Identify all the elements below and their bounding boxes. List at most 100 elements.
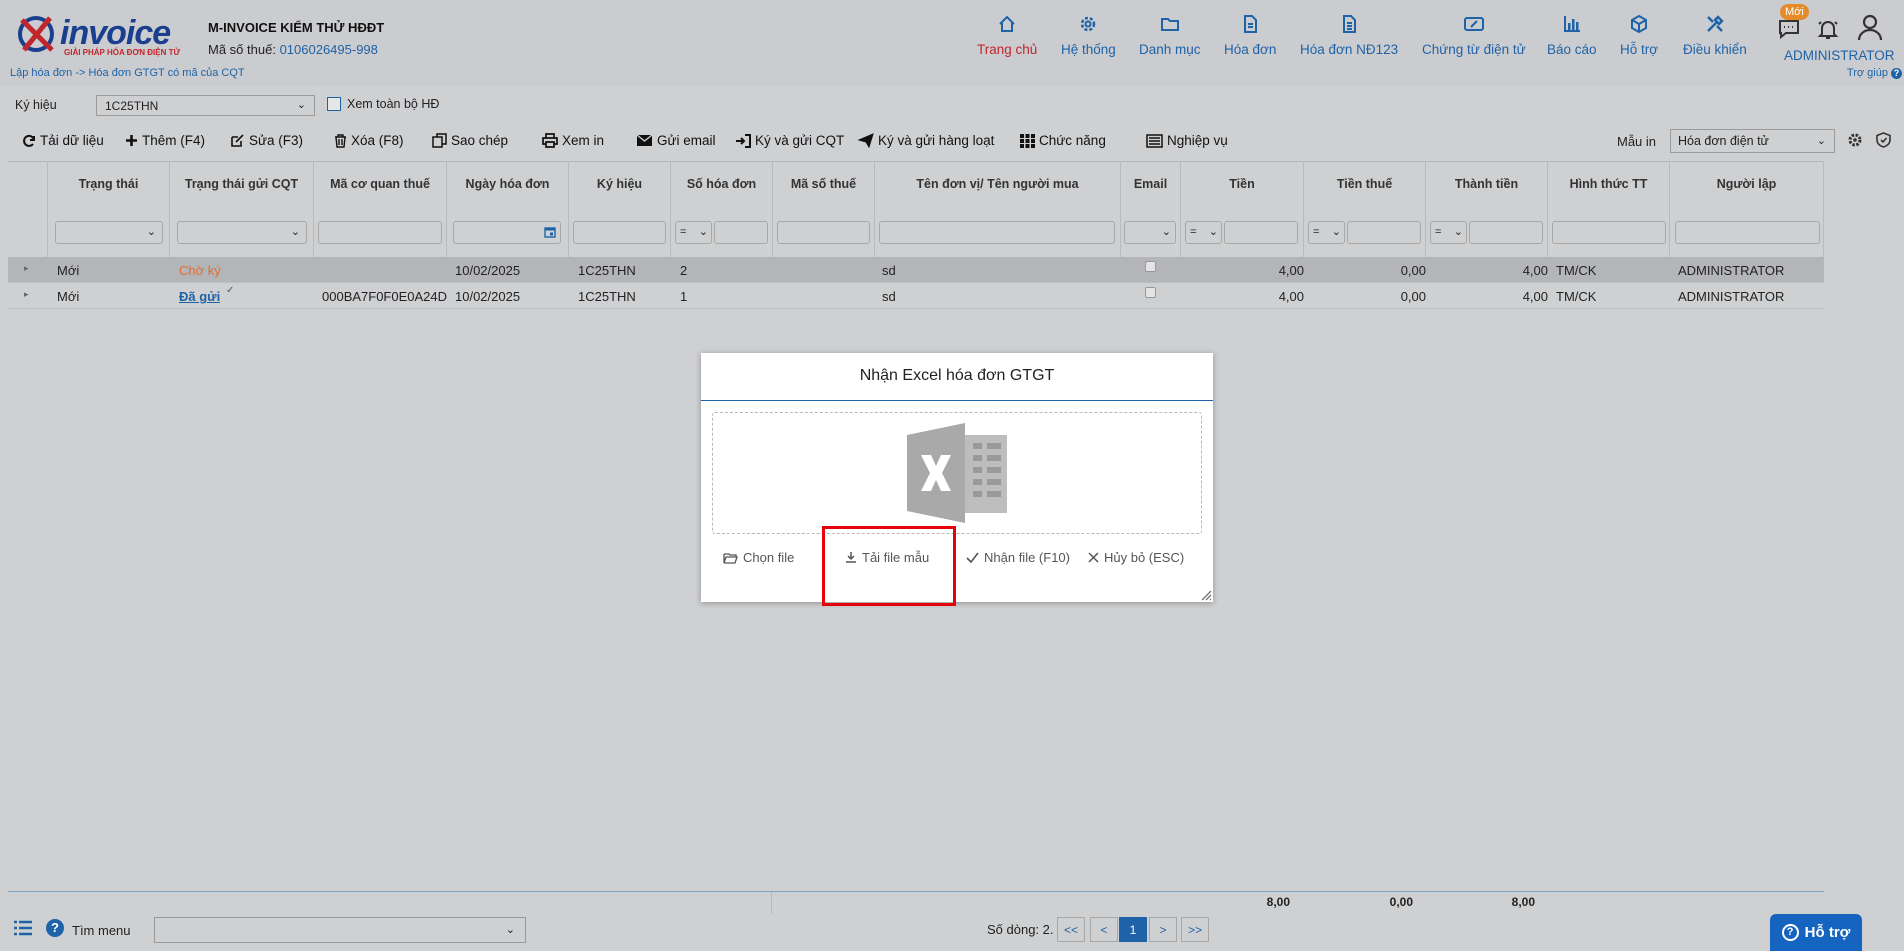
nav-ho-tro[interactable]: Hỗ trợ	[1620, 14, 1658, 57]
page-next-button[interactable]: >	[1149, 917, 1177, 942]
page-first-button[interactable]: <<	[1057, 917, 1085, 942]
send-email-button[interactable]: Gửi email	[636, 133, 716, 148]
nav-dieu-khien[interactable]: Điều khiển	[1683, 14, 1747, 57]
col-header-tien-thue[interactable]: Tiền thuế	[1304, 161, 1426, 211]
delete-button[interactable]: Xóa (F8)	[334, 133, 404, 148]
bar-chart-icon	[1563, 16, 1580, 32]
nav-chung-tu[interactable]: Chứng từ điện tử	[1422, 14, 1526, 57]
col-header-email[interactable]: Email	[1121, 161, 1181, 211]
expand-row-icon[interactable]: ▸	[24, 263, 29, 274]
nav-trang-chu[interactable]: Trang chủ	[977, 14, 1037, 57]
filter-ngay-hoa-don-input[interactable]	[453, 221, 561, 244]
cell-trang-thai-cqt[interactable]: Chờ ký	[179, 263, 221, 278]
cell-nguoi-lap: ADMINISTRATOR	[1678, 289, 1785, 304]
user-avatar[interactable]	[1856, 13, 1884, 44]
filter-nguoi-lap-input[interactable]	[1675, 221, 1820, 244]
col-header-ten-don-vi[interactable]: Tên đơn vị/ Tên người mua	[875, 161, 1121, 211]
menu-list-button[interactable]	[14, 920, 32, 939]
col-header-hinh-thuc-tt[interactable]: Hình thức TT	[1548, 161, 1670, 211]
add-button[interactable]: Thêm (F4)	[125, 133, 205, 148]
page-prev-button[interactable]: <	[1090, 917, 1118, 942]
user-name[interactable]: ADMINISTRATOR	[1784, 48, 1895, 63]
col-header-trang-thai[interactable]: Trạng thái	[48, 161, 170, 211]
nav-hoa-don[interactable]: Hóa đơn	[1224, 14, 1276, 57]
xem-toan-bo-checkbox[interactable]: Xem toàn bộ HĐ	[327, 97, 439, 111]
col-header-tien[interactable]: Tiền	[1181, 161, 1304, 211]
filter-ky-hieu-input[interactable]	[573, 221, 666, 244]
edit-button[interactable]: Sửa (F3)	[230, 133, 303, 148]
page-last-button[interactable]: >>	[1181, 917, 1209, 942]
col-header-ma-so-thue[interactable]: Mã số thuế	[773, 161, 875, 211]
cell-so-hd: 1	[680, 289, 688, 304]
col-header-ngay-hoa-don[interactable]: Ngày hóa đơn	[447, 161, 569, 211]
calendar-icon[interactable]	[544, 226, 556, 238]
filter-ten-don-vi-input[interactable]	[879, 221, 1115, 244]
reload-button[interactable]: Tải dữ liệu	[22, 133, 104, 148]
filter-thanh-tien-input[interactable]	[1469, 221, 1543, 244]
nav-hoa-don-nd123[interactable]: Hóa đơn NĐ123	[1300, 14, 1398, 57]
nav-label: Trang chủ	[977, 42, 1038, 57]
print-preview-button[interactable]: Xem in	[542, 133, 604, 148]
filter-email-select[interactable]: ⌄	[1124, 221, 1176, 244]
nav-label: Danh mục	[1139, 42, 1201, 57]
cell-ngay: 10/02/2025	[455, 263, 521, 278]
settings-button[interactable]	[1847, 132, 1863, 151]
ho-tro-button[interactable]: ? Hỗ trợ	[1770, 914, 1862, 951]
col-header-ky-hieu[interactable]: Ký hiệu	[569, 161, 671, 211]
cell-trang-thai-cqt[interactable]: Đã gửi	[179, 289, 220, 304]
messages-button[interactable]	[1777, 17, 1801, 44]
page-1-button[interactable]: 1	[1119, 917, 1147, 942]
app-logo[interactable]: invoice GIẢI PHÁP HÓA ĐƠN ĐIỆN TỬ	[16, 12, 186, 62]
cube-icon	[1631, 14, 1648, 34]
sign-send-cqt-button[interactable]: Ký và gửi CQT	[735, 133, 844, 148]
cancel-button[interactable]: Hủy bỏ (ESC)	[1088, 550, 1184, 565]
tim-menu-select[interactable]: ⌄	[154, 917, 526, 943]
col-header-nguoi-lap[interactable]: Người lập	[1670, 161, 1824, 211]
table-row[interactable]: ▸ Mới Chờ ký 10/02/2025 1C25THN 2 sd 4,0…	[8, 257, 1824, 283]
file-dropzone[interactable]	[712, 412, 1202, 534]
filter-tien-thue-input[interactable]	[1347, 221, 1421, 244]
filter-thanh-tien-operator[interactable]: = ⌄	[1430, 221, 1467, 244]
plus-icon	[126, 135, 137, 146]
shield-button[interactable]	[1876, 132, 1891, 151]
sign-send-batch-button[interactable]: Ký và gửi hàng loạt	[858, 133, 994, 148]
kyhieu-value: 1C25THN	[105, 99, 159, 113]
col-header-so-hoa-don[interactable]: Số hóa đơn	[671, 161, 773, 211]
breadcrumb[interactable]: Lập hóa đơn -> Hóa đơn GTGT có mã của CQ…	[10, 67, 245, 79]
nav-danh-muc[interactable]: Danh mục	[1139, 14, 1201, 57]
col-header-trang-thai-gui-cqt[interactable]: Trạng thái gửi CQT	[170, 161, 314, 211]
filter-ma-cqt-input[interactable]	[318, 221, 442, 244]
help-link[interactable]: Trợ giúp ?	[1847, 67, 1902, 79]
email-checkbox[interactable]	[1145, 261, 1156, 272]
copy-button[interactable]: Sao chép	[432, 133, 508, 148]
filter-tien-input[interactable]	[1224, 221, 1298, 244]
filter-trang-thai-cqt-select[interactable]: ⌄	[177, 221, 307, 244]
col-header-ma-co-quan-thue[interactable]: Mã cơ quan thuế	[314, 161, 447, 211]
help-link-label: Trợ giúp	[1846, 67, 1888, 79]
shield-icon	[1876, 132, 1891, 148]
filter-hinh-thuc-input[interactable]	[1552, 221, 1666, 244]
choose-file-button[interactable]: Chọn file	[723, 550, 794, 565]
receive-file-button[interactable]: Nhận file (F10)	[966, 550, 1070, 565]
notifications-button[interactable]	[1816, 17, 1840, 44]
filter-tien-thue-operator[interactable]: = ⌄	[1308, 221, 1345, 244]
nav-bao-cao[interactable]: Báo cáo	[1547, 14, 1597, 57]
kyhieu-select[interactable]: 1C25THN ⌄	[96, 95, 315, 116]
help-circle-icon[interactable]: ?	[46, 919, 64, 937]
filter-tien-operator[interactable]: = ⌄	[1185, 221, 1222, 244]
filter-trang-thai-select[interactable]: ⌄	[55, 221, 163, 244]
filter-mst-input[interactable]	[777, 221, 870, 244]
mau-in-select[interactable]: Hóa đơn điện tử ⌄	[1670, 129, 1835, 153]
col-header-thanh-tien[interactable]: Thành tiền	[1426, 161, 1548, 211]
expand-row-icon[interactable]: ▸	[24, 289, 29, 300]
filter-so-hd-input[interactable]	[714, 221, 768, 244]
table-row[interactable]: ▸ Mới Đã gửi ✓ 000BA7F0F0E0A24D 10/02/20…	[8, 283, 1824, 309]
email-checkbox[interactable]	[1145, 287, 1156, 298]
functions-button[interactable]: Chức năng	[1020, 133, 1106, 148]
resize-handle-icon[interactable]	[1200, 589, 1212, 601]
filter-so-hd-operator[interactable]: = ⌄	[675, 221, 712, 244]
business-button[interactable]: Nghiệp vụ	[1146, 133, 1228, 148]
nav-he-thong[interactable]: Hệ thống	[1061, 14, 1116, 57]
checkbox-box[interactable]	[327, 97, 341, 111]
footer-separator	[771, 892, 772, 914]
